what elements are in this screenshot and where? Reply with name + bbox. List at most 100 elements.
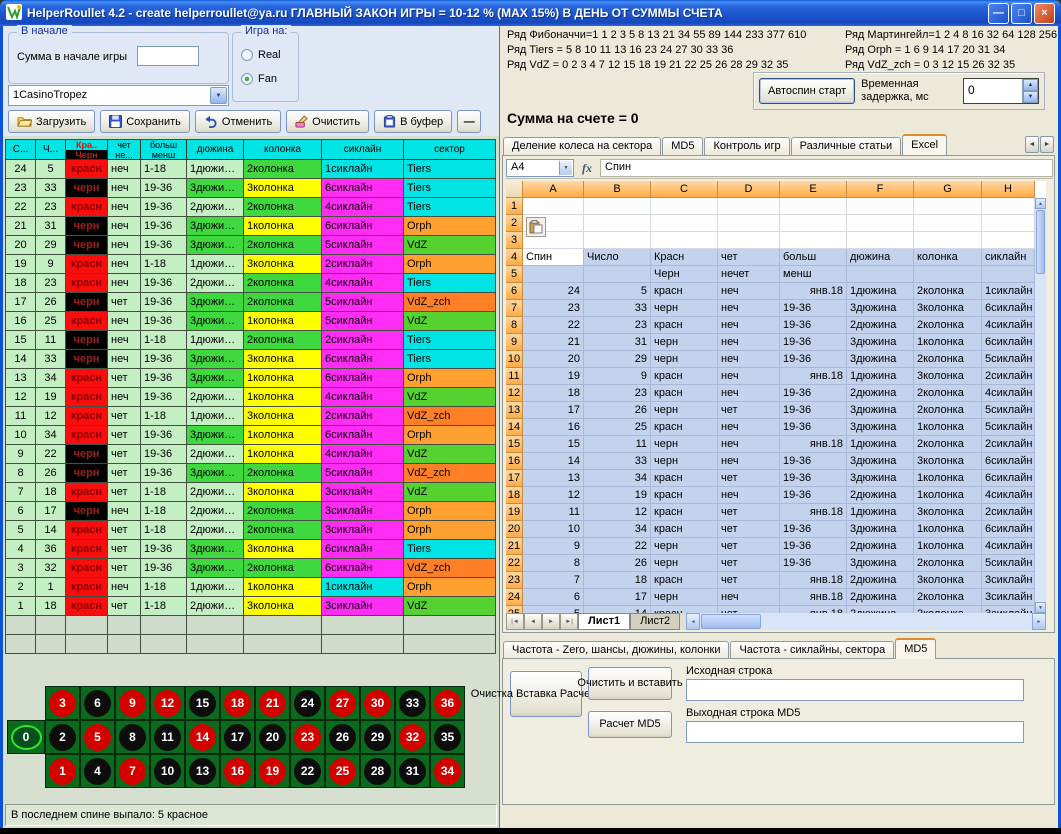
load-button[interactable]: Загрузить	[8, 110, 95, 133]
excel-cell-B15[interactable]: 11	[584, 436, 651, 453]
excel-cell-E20[interactable]: 19-36	[780, 521, 847, 538]
excel-cell-H20[interactable]: 6сиклайн	[982, 521, 1035, 538]
excel-cell-E18[interactable]: 19-36	[780, 487, 847, 504]
excel-row-header-12[interactable]: 12	[506, 385, 523, 402]
excel-cell-D2[interactable]	[718, 215, 780, 232]
board-cell-36[interactable]: 36	[430, 686, 465, 720]
tab-scroll-left-icon[interactable]: ◄	[1025, 136, 1039, 153]
excel-cell-C5[interactable]: Черн	[651, 266, 718, 283]
excel-cell-C8[interactable]: красн	[651, 317, 718, 334]
close-button[interactable]: ×	[1034, 3, 1055, 24]
excel-cell-H16[interactable]: 6сиклайн	[982, 453, 1035, 470]
excel-cell-G24[interactable]: 2колонка	[914, 589, 982, 606]
excel-cell-D3[interactable]	[718, 232, 780, 249]
excel-cell-F5[interactable]	[847, 266, 914, 283]
vertical-scrollbar[interactable]: ▲ ▼	[1035, 198, 1046, 613]
excel-cell-D4[interactable]: чет	[718, 249, 780, 266]
excel-cell-C21[interactable]: черн	[651, 538, 718, 555]
excel-cell-F21[interactable]: 2дюжина	[847, 538, 914, 555]
board-cell-22[interactable]: 22	[290, 754, 325, 788]
excel-cell-B12[interactable]: 23	[584, 385, 651, 402]
board-cell-35[interactable]: 35	[430, 720, 465, 754]
tab-game-control[interactable]: Контроль игр	[704, 137, 789, 155]
collapse-button[interactable]: —	[457, 110, 481, 133]
excel-cell-B9[interactable]: 31	[584, 334, 651, 351]
excel-row-header-18[interactable]: 18	[506, 487, 523, 504]
excel-row-header-1[interactable]: 1	[506, 198, 523, 215]
board-cell-25[interactable]: 25	[325, 754, 360, 788]
excel-cell-D17[interactable]: чет	[718, 470, 780, 487]
excel-cell-A15[interactable]: 15	[523, 436, 584, 453]
excel-cell-C10[interactable]: черн	[651, 351, 718, 368]
start-sum-input[interactable]	[137, 46, 199, 66]
excel-cell-C23[interactable]: красн	[651, 572, 718, 589]
scroll-down-icon[interactable]: ▼	[1035, 602, 1046, 613]
excel-cell-B21[interactable]: 22	[584, 538, 651, 555]
excel-cell-A6[interactable]: 24	[523, 283, 584, 300]
tab-freq-sixlines-sectors[interactable]: Частота - сиклайны, сектора	[730, 641, 894, 659]
excel-cell-B23[interactable]: 18	[584, 572, 651, 589]
excel-cell-H17[interactable]: 6сиклайн	[982, 470, 1035, 487]
excel-cell-E6[interactable]: янв.18	[780, 283, 847, 300]
excel-cell-F17[interactable]: 3дюжина	[847, 470, 914, 487]
excel-cell-B11[interactable]: 9	[584, 368, 651, 385]
excel-cell-E19[interactable]: янв.18	[780, 504, 847, 521]
board-cell-28[interactable]: 28	[360, 754, 395, 788]
excel-cell-H22[interactable]: 5сиклайн	[982, 555, 1035, 572]
horizontal-scroll-thumb[interactable]	[701, 614, 761, 629]
excel-cell-E7[interactable]: 19-36	[780, 300, 847, 317]
excel-cell-A20[interactable]: 10	[523, 521, 584, 538]
excel-cell-B6[interactable]: 5	[584, 283, 651, 300]
scroll-up-icon[interactable]: ▲	[1035, 198, 1046, 209]
excel-cell-F23[interactable]: 2дюжина	[847, 572, 914, 589]
excel-cell-G12[interactable]: 2колонка	[914, 385, 982, 402]
excel-row-header-3[interactable]: 3	[506, 232, 523, 249]
excel-row-header-6[interactable]: 6	[506, 283, 523, 300]
excel-cell-H24[interactable]: 3сиклайн	[982, 589, 1035, 606]
excel-row-header-23[interactable]: 23	[506, 572, 523, 589]
excel-cell-G13[interactable]: 2колонка	[914, 402, 982, 419]
board-cell-2[interactable]: 2	[45, 720, 80, 754]
excel-cell-A7[interactable]: 23	[523, 300, 584, 317]
excel-cell-D25[interactable]: чет	[718, 606, 780, 613]
excel-cell-A5[interactable]	[523, 266, 584, 283]
board-cell-1[interactable]: 1	[45, 754, 80, 788]
excel-cell-G23[interactable]: 3колонка	[914, 572, 982, 589]
excel-cell-A16[interactable]: 14	[523, 453, 584, 470]
tab-excel[interactable]: Excel	[902, 134, 947, 155]
md5-output-field[interactable]	[686, 721, 1024, 743]
excel-cell-A11[interactable]: 19	[523, 368, 584, 385]
tab-articles[interactable]: Различные статьи	[791, 137, 902, 155]
excel-row-header-5[interactable]: 5	[506, 266, 523, 283]
excel-cell-A22[interactable]: 8	[523, 555, 584, 572]
board-cell-26[interactable]: 26	[325, 720, 360, 754]
excel-col-header-A[interactable]: A	[523, 181, 584, 198]
excel-cell-C24[interactable]: черн	[651, 589, 718, 606]
board-cell-13[interactable]: 13	[185, 754, 220, 788]
excel-cell-B20[interactable]: 34	[584, 521, 651, 538]
excel-cell-D15[interactable]: неч	[718, 436, 780, 453]
spinner-up-icon[interactable]: ▲	[1023, 79, 1038, 91]
excel-cell-H14[interactable]: 5сиклайн	[982, 419, 1035, 436]
excel-cell-F8[interactable]: 2дюжина	[847, 317, 914, 334]
excel-cell-B24[interactable]: 17	[584, 589, 651, 606]
excel-cell-G15[interactable]: 2колонка	[914, 436, 982, 453]
excel-cell-B4[interactable]: Число	[584, 249, 651, 266]
excel-cell-D10[interactable]: неч	[718, 351, 780, 368]
clear-button[interactable]: Очистить	[286, 110, 369, 133]
sheet-first-icon[interactable]: |◄	[506, 613, 524, 630]
excel-cell-D12[interactable]: неч	[718, 385, 780, 402]
excel-cell-A25[interactable]: 5	[523, 606, 584, 613]
excel-cell-B16[interactable]: 33	[584, 453, 651, 470]
md5-clear-paste-calc-button[interactable]: Очистка Вставка Расчет MD5	[510, 671, 582, 717]
excel-row-header-22[interactable]: 22	[506, 555, 523, 572]
excel-cell-F19[interactable]: 1дюжина	[847, 504, 914, 521]
excel-cell-A17[interactable]: 13	[523, 470, 584, 487]
horizontal-scrollbar[interactable]: ◄ ►	[686, 613, 1046, 630]
excel-cell-E23[interactable]: янв.18	[780, 572, 847, 589]
excel-cell-A14[interactable]: 16	[523, 419, 584, 436]
excel-cell-C6[interactable]: красн	[651, 283, 718, 300]
excel-cell-D1[interactable]	[718, 198, 780, 215]
save-button[interactable]: Сохранить	[100, 110, 190, 133]
excel-cell-F20[interactable]: 3дюжина	[847, 521, 914, 538]
